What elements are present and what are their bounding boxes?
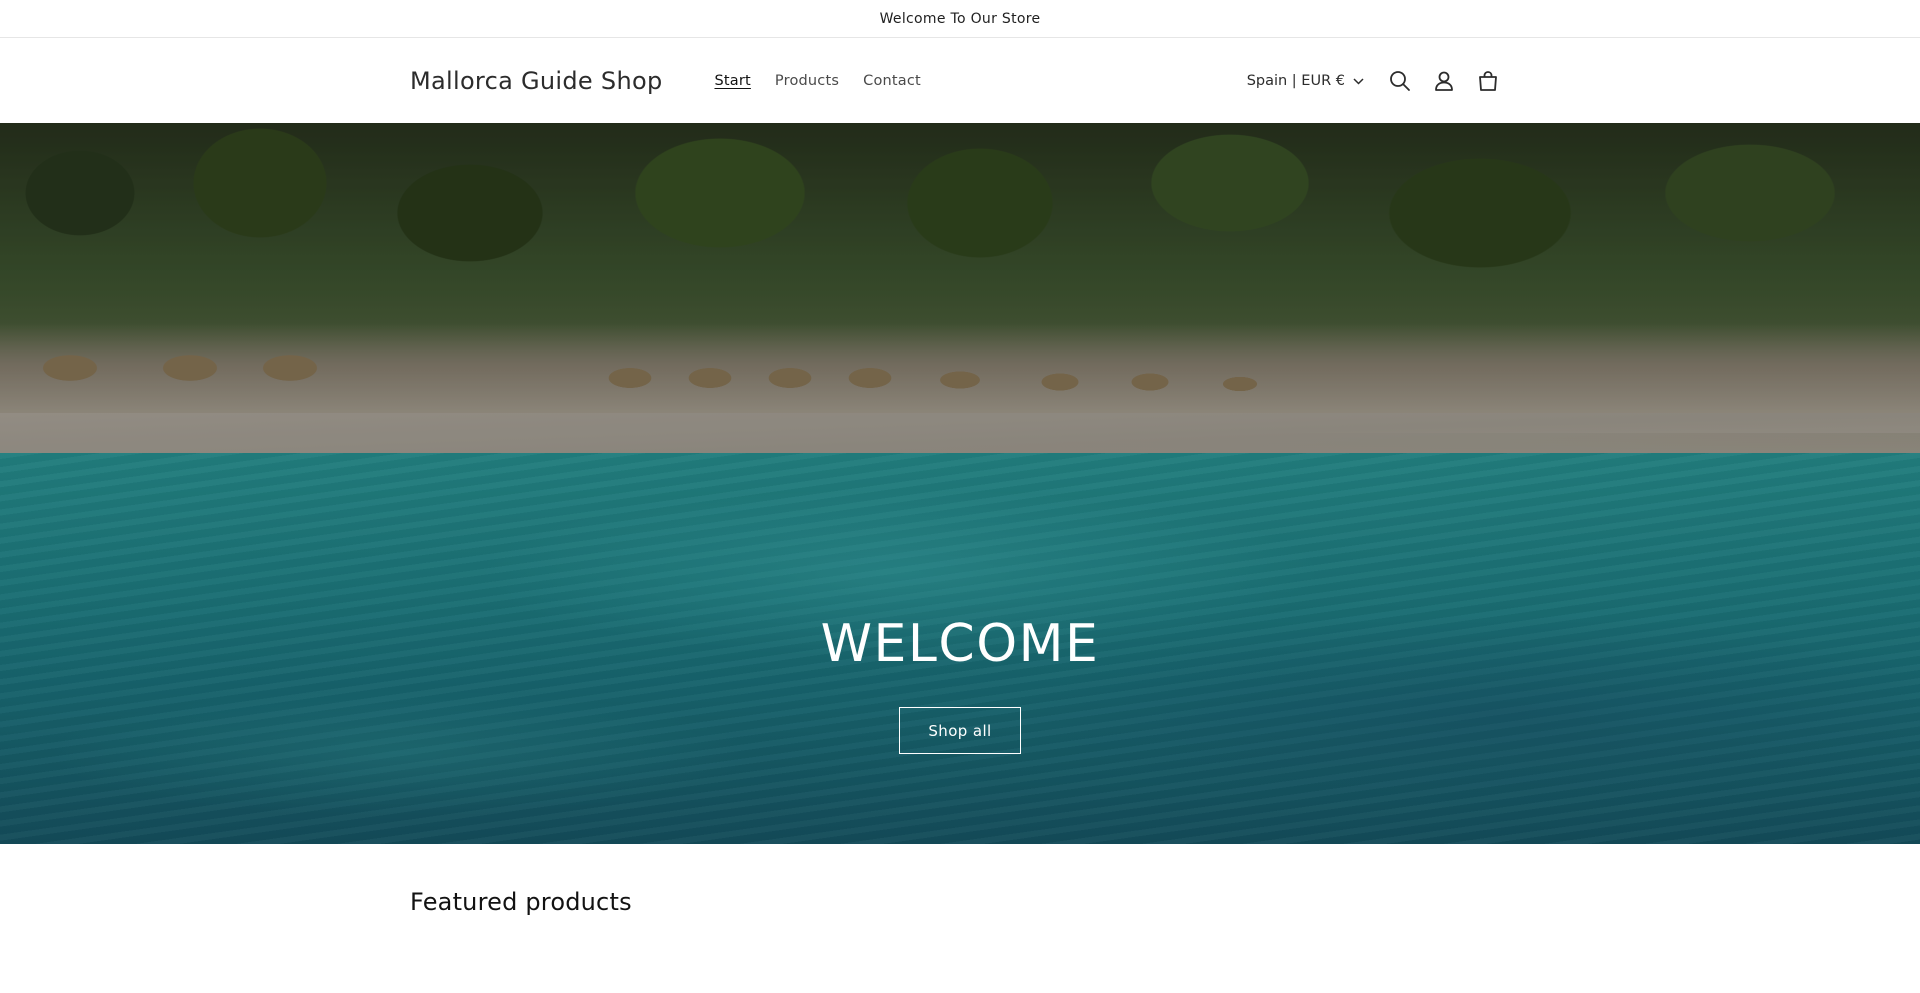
search-button[interactable] — [1378, 59, 1422, 103]
featured-products-heading: Featured products — [410, 888, 632, 916]
cart-button[interactable] — [1466, 59, 1510, 103]
country-currency-selector[interactable]: Spain | EUR € — [1247, 73, 1364, 89]
header-actions: Spain | EUR € — [1247, 59, 1510, 103]
nav-item-contact[interactable]: Contact — [851, 73, 933, 89]
nav-item-products[interactable]: Products — [763, 73, 851, 89]
chevron-down-icon — [1353, 77, 1364, 85]
nav-item-start[interactable]: Start — [702, 73, 762, 89]
account-icon — [1435, 71, 1453, 91]
store-logo[interactable]: Mallorca Guide Shop — [410, 67, 662, 95]
main-nav: Start Products Contact — [702, 73, 932, 89]
shop-all-button[interactable]: Shop all — [899, 707, 1021, 754]
cart-icon — [1479, 71, 1497, 91]
hero-title: WELCOME — [820, 614, 1100, 674]
announcement-text: Welcome To Our Store — [879, 10, 1041, 27]
hero-banner: WELCOME Shop all — [0, 123, 1920, 844]
search-icon — [1390, 71, 1410, 91]
account-button[interactable] — [1422, 59, 1466, 103]
header-inner: Mallorca Guide Shop Start Products Conta… — [410, 39, 1510, 123]
hero-content: WELCOME Shop all — [0, 123, 1920, 844]
locale-label: Spain | EUR € — [1246, 73, 1345, 89]
announcement-bar: Welcome To Our Store — [0, 0, 1920, 38]
site-header: Mallorca Guide Shop Start Products Conta… — [0, 39, 1920, 123]
